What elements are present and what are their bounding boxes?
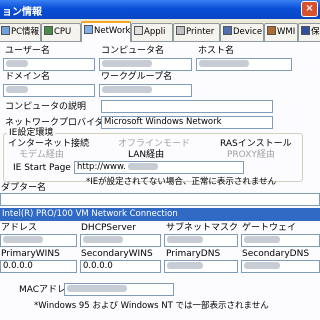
subnet-mask-field[interactable] <box>164 234 238 247</box>
dhcp-server-field[interactable] <box>80 234 161 247</box>
network-icon <box>84 25 93 34</box>
window-title: ョン情報 <box>2 7 42 18</box>
domain-name-field[interactable] <box>3 84 95 97</box>
via-lan-label: LAN経由 <box>128 150 165 160</box>
computer-description-label: コンピュータの説明 <box>5 102 87 112</box>
chip-icon <box>44 26 53 35</box>
primary-dns-field[interactable] <box>164 260 238 273</box>
save-icon <box>301 26 310 35</box>
close-button[interactable]: × <box>301 1 318 17</box>
ie-settings-title: IE設定環境 <box>7 128 56 138</box>
workgroup-name-field[interactable] <box>99 84 192 97</box>
tab-pc-info[interactable]: PC情報 <box>0 23 41 41</box>
computer-description-field[interactable] <box>101 100 273 113</box>
adapter-footnote: *Windows 95 および Windows NT では一部表示されません <box>34 301 269 311</box>
network-panel: ユーザー名 コンピュータ名 ホスト名 ドメイン名 ワークグループ名 コンピュータ… <box>0 41 320 320</box>
redacted-value <box>244 236 280 243</box>
redacted-value <box>102 86 152 93</box>
tab-printer[interactable]: Printer <box>173 23 220 41</box>
computer-name-label: コンピュータ名 <box>101 46 165 56</box>
ip-address-label: アドレス <box>1 223 38 233</box>
redacted-value <box>167 236 203 243</box>
device-icon <box>223 26 232 35</box>
host-name-field[interactable] <box>196 58 292 71</box>
primary-dns-label: PrimaryDNS <box>166 249 221 259</box>
ie-start-page-label: IE Start Page <box>13 163 71 173</box>
internet-connection-label: インターネット接続 <box>8 139 90 149</box>
redacted-value <box>244 262 280 269</box>
redacted-value <box>127 163 158 170</box>
tab-appli[interactable]: Appli <box>131 23 173 41</box>
mac-address-field[interactable] <box>64 283 174 296</box>
tab-strip: PC情報 CPU NetWork Appli Printer Device WM… <box>0 21 320 42</box>
title-bar: ョン情報 × <box>0 0 320 19</box>
tab-network[interactable]: NetWork <box>81 21 131 42</box>
host-name-label: ホスト名 <box>198 46 235 56</box>
adapter-name-field[interactable] <box>0 193 320 206</box>
app-icon <box>134 26 143 35</box>
start-page-url: http://www. <box>77 162 126 172</box>
primary-wins-field[interactable]: 0.0.0.0 <box>0 260 77 273</box>
adapter-selected-row[interactable]: Intel(R) PRO/100 VM Network Connection <box>0 208 320 221</box>
tab-save[interactable]: 保 <box>298 23 320 41</box>
secondary-dns-field[interactable] <box>241 260 320 273</box>
printer-icon <box>176 26 185 35</box>
secondary-dns-label: SecondaryDNS <box>242 249 310 259</box>
user-name-field[interactable] <box>3 58 95 71</box>
ip-address-field[interactable] <box>0 234 77 247</box>
offline-mode-label: オフラインモード <box>118 139 191 149</box>
workgroup-name-label: ワークグループ名 <box>101 72 173 82</box>
tab-cpu[interactable]: CPU <box>41 23 81 41</box>
tab-device[interactable]: Device <box>220 23 264 41</box>
gateway-label: ゲートウェイ <box>242 223 297 233</box>
subnet-mask-label: サブネットマスク <box>166 223 239 233</box>
redacted-value <box>67 285 127 292</box>
dhcp-server-label: DHCPServer <box>81 223 136 233</box>
wmi-icon <box>267 26 276 35</box>
secondary-wins-field[interactable]: 0.0.0.0 <box>80 260 161 273</box>
network-provider-field[interactable]: Microsoft Windows Network <box>101 116 273 129</box>
ras-install-label: RASインストール <box>220 139 292 149</box>
computer-name-field[interactable] <box>99 58 192 71</box>
redacted-value <box>6 60 28 67</box>
redacted-value <box>167 262 203 269</box>
redacted-value <box>102 60 152 67</box>
redacted-value <box>6 86 28 93</box>
redacted-value <box>3 236 43 243</box>
via-proxy-label: PROXY経由 <box>227 150 275 160</box>
close-icon: × <box>305 3 314 14</box>
ie-note: *IEが設定されてない場合、正常に表示されません <box>86 177 277 187</box>
redacted-value <box>199 60 249 67</box>
ie-start-page-field[interactable]: http://www. <box>74 161 244 174</box>
computer-icon <box>1 26 10 35</box>
secondary-wins-label: SecondaryWINS <box>81 249 153 259</box>
via-modem-label: モデム経由 <box>19 150 64 160</box>
redacted-value <box>83 236 123 243</box>
tab-wmi[interactable]: WMI <box>264 23 298 41</box>
gateway-field[interactable] <box>241 234 320 247</box>
user-name-label: ユーザー名 <box>5 46 50 56</box>
domain-name-label: ドメイン名 <box>5 72 51 82</box>
primary-wins-label: PrimaryWINS <box>1 249 60 259</box>
